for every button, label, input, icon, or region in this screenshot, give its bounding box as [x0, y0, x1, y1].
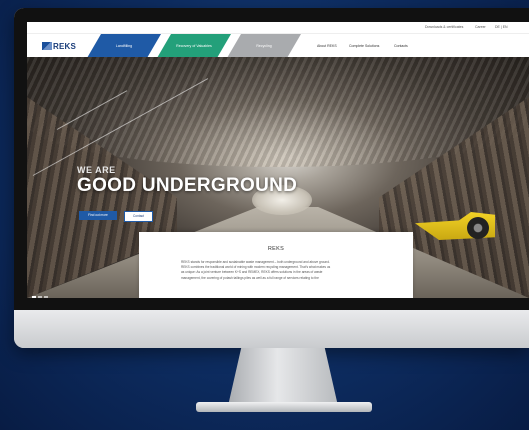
- downloads-link[interactable]: Downloads & certificates: [425, 25, 463, 29]
- loader-wheel: [467, 217, 489, 239]
- main-nav: REKS Landfilling Recovery of Valuables R…: [27, 33, 529, 58]
- slider-dots: [32, 296, 48, 298]
- tab-recycling[interactable]: Recycling: [227, 34, 301, 58]
- monitor-chin: [14, 310, 529, 348]
- tab-recovery-of-valuables[interactable]: Recovery of Valuables: [157, 34, 231, 58]
- contact-button[interactable]: Contact: [124, 211, 153, 222]
- card-text-line: management, the covering of potash taili…: [181, 275, 319, 280]
- monitor-stand-base: [196, 402, 372, 412]
- nav-complete-solutions[interactable]: Complete Solutions: [349, 44, 379, 48]
- slider-dot[interactable]: [32, 296, 36, 298]
- career-link[interactable]: Career: [475, 25, 486, 29]
- logo-mark-icon: [42, 42, 52, 50]
- logo[interactable]: REKS: [42, 41, 76, 51]
- website-screen: Downloads & certificates Career DE | EN …: [27, 22, 529, 298]
- hero-subtitle: WE ARE: [77, 165, 116, 175]
- tab-landfilling[interactable]: Landfilling: [87, 34, 161, 58]
- logo-text: REKS: [53, 41, 77, 51]
- language-switch[interactable]: DE | EN: [495, 25, 508, 29]
- slider-dot[interactable]: [38, 296, 42, 298]
- card-text: REKS stands for responsible and sustaina…: [181, 260, 371, 281]
- nav-contacts[interactable]: Contacts: [394, 44, 408, 48]
- monitor-stand: [228, 348, 338, 406]
- slider-dot[interactable]: [44, 296, 48, 298]
- card-title: REKS: [267, 246, 285, 252]
- hero-title: GOOD UNDERGROUND: [77, 175, 298, 196]
- nav-about[interactable]: About REKS: [317, 44, 337, 48]
- utility-bar: Downloads & certificates Career DE | EN: [27, 22, 529, 33]
- intro-card: REKS REKS stands for responsible and sus…: [139, 232, 413, 298]
- find-out-more-button[interactable]: Find out more: [79, 211, 117, 220]
